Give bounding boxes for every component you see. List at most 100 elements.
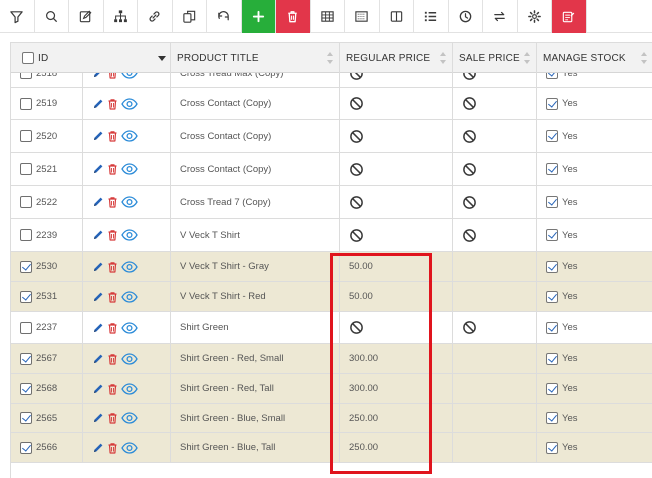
manage-stock-cell[interactable]: Yes xyxy=(537,88,652,119)
eye-icon[interactable] xyxy=(121,352,138,365)
eye-icon[interactable] xyxy=(121,290,138,303)
pencil-icon[interactable] xyxy=(92,353,104,365)
manage-stock-cell[interactable]: Yes xyxy=(537,404,652,432)
sale-price-cell[interactable] xyxy=(453,282,537,311)
product-title-cell[interactable]: Shirt Green - Blue, Small xyxy=(171,404,340,432)
header-manage-stock[interactable]: MANAGE STOCK xyxy=(537,43,652,73)
row-checkbox[interactable] xyxy=(20,382,32,395)
sort-icon[interactable] xyxy=(524,52,530,64)
settings-button[interactable] xyxy=(518,0,552,33)
row-checkbox[interactable] xyxy=(20,321,32,334)
pencil-icon[interactable] xyxy=(92,261,104,273)
product-title-cell[interactable]: Cross Contact (Copy) xyxy=(171,88,340,119)
trash-icon[interactable] xyxy=(107,442,118,454)
manage-stock-cell[interactable]: Yes xyxy=(537,433,652,462)
eye-icon[interactable] xyxy=(121,321,138,334)
manage-stock-checkbox[interactable] xyxy=(546,321,558,334)
trash-icon[interactable] xyxy=(107,163,118,175)
manage-stock-cell[interactable]: Yes xyxy=(537,344,652,373)
regular-price-cell[interactable]: 300.00 xyxy=(340,374,453,403)
sort-icon[interactable] xyxy=(440,52,446,64)
product-title-cell[interactable]: Cross Contact (Copy) xyxy=(171,153,340,185)
manage-stock-checkbox[interactable] xyxy=(546,412,558,424)
manage-stock-checkbox[interactable] xyxy=(546,130,558,142)
eye-icon[interactable] xyxy=(121,441,138,454)
manage-stock-cell[interactable]: Yes xyxy=(537,120,652,152)
regular-price-cell[interactable]: 300.00 xyxy=(340,344,453,373)
manage-stock-cell[interactable]: Yes xyxy=(537,153,652,185)
chevron-down-icon[interactable] xyxy=(158,56,166,61)
pencil-icon[interactable] xyxy=(92,383,104,395)
pencil-icon[interactable] xyxy=(92,196,104,208)
regular-price-cell[interactable]: 250.00 xyxy=(340,404,453,432)
sale-price-cell[interactable] xyxy=(453,374,537,403)
trash-icon[interactable] xyxy=(107,130,118,142)
manage-stock-checkbox[interactable] xyxy=(546,260,558,273)
eye-icon[interactable] xyxy=(121,97,138,110)
row-checkbox[interactable] xyxy=(20,163,32,175)
eye-icon[interactable] xyxy=(121,382,138,395)
sale-price-cell[interactable] xyxy=(453,433,537,462)
swap-button[interactable] xyxy=(483,0,518,33)
trash-icon[interactable] xyxy=(107,261,118,273)
edit-button[interactable] xyxy=(69,0,104,33)
sale-price-cell[interactable] xyxy=(453,120,537,152)
table-row[interactable]: 2530 V Veck T Shirt - Gray 50.00 Yes xyxy=(11,252,652,282)
product-title-cell[interactable]: Cross Contact (Copy) xyxy=(171,120,340,152)
manage-stock-checkbox[interactable] xyxy=(546,290,558,303)
sale-price-cell[interactable] xyxy=(453,219,537,251)
manage-stock-cell[interactable]: Yes xyxy=(537,219,652,251)
pencil-icon[interactable] xyxy=(92,412,104,424)
delete-button[interactable] xyxy=(276,0,311,33)
spreadsheet-button[interactable] xyxy=(345,0,380,33)
manage-stock-checkbox[interactable] xyxy=(546,382,558,395)
regular-price-cell[interactable] xyxy=(340,219,453,251)
header-id[interactable]: ID xyxy=(11,43,171,73)
eye-icon[interactable] xyxy=(121,229,138,241)
table-row[interactable]: 2531 V Veck T Shirt - Red 50.00 Yes xyxy=(11,282,652,312)
eye-icon[interactable] xyxy=(121,260,138,273)
pencil-icon[interactable] xyxy=(92,291,104,303)
pencil-icon[interactable] xyxy=(92,229,104,241)
trash-icon[interactable] xyxy=(107,291,118,303)
regular-price-cell[interactable]: 250.00 xyxy=(340,433,453,462)
product-title-cell[interactable]: Shirt Green xyxy=(171,312,340,343)
header-sale-price[interactable]: SALE PRICE xyxy=(453,43,537,73)
manage-stock-checkbox[interactable] xyxy=(546,196,558,208)
regular-price-value[interactable]: 50.00 xyxy=(349,291,373,302)
refresh-button[interactable] xyxy=(207,0,242,33)
row-checkbox[interactable] xyxy=(20,412,32,424)
row-checkbox[interactable] xyxy=(20,352,32,365)
product-title-cell[interactable]: Cross Tread 7 (Copy) xyxy=(171,186,340,218)
manage-stock-checkbox[interactable] xyxy=(546,97,558,110)
manage-stock-cell[interactable]: Yes xyxy=(537,252,652,281)
trash-icon[interactable] xyxy=(107,98,118,110)
manage-stock-cell[interactable]: Yes xyxy=(537,312,652,343)
trash-icon[interactable] xyxy=(107,412,118,424)
row-checkbox[interactable] xyxy=(20,130,32,142)
trash-icon[interactable] xyxy=(107,353,118,365)
row-checkbox[interactable] xyxy=(20,97,32,110)
regular-price-cell[interactable] xyxy=(340,153,453,185)
manage-stock-cell[interactable]: Yes xyxy=(537,374,652,403)
regular-price-value[interactable]: 50.00 xyxy=(349,261,373,272)
table-row[interactable]: 2519 Cross Contact (Copy) Yes xyxy=(11,88,652,120)
sale-price-cell[interactable] xyxy=(453,252,537,281)
eye-icon[interactable] xyxy=(121,412,138,424)
pencil-icon[interactable] xyxy=(92,322,104,334)
row-checkbox[interactable] xyxy=(20,441,32,454)
columns-button[interactable] xyxy=(380,0,414,33)
regular-price-value[interactable]: 250.00 xyxy=(349,442,378,453)
row-checkbox[interactable] xyxy=(20,196,32,208)
hierarchy-button[interactable] xyxy=(104,0,138,33)
manage-stock-checkbox[interactable] xyxy=(546,229,558,241)
link-button[interactable] xyxy=(138,0,173,33)
header-product-title[interactable]: PRODUCT TITLE xyxy=(171,43,340,73)
product-title-cell[interactable]: V Veck T Shirt - Gray xyxy=(171,252,340,281)
eye-icon[interactable] xyxy=(121,163,138,175)
manage-stock-cell[interactable]: Yes xyxy=(537,282,652,311)
table-row[interactable]: 2522 Cross Tread 7 (Copy) Yes xyxy=(11,186,652,219)
sort-icon[interactable] xyxy=(327,52,333,64)
product-title-cell[interactable]: Shirt Green - Red, Small xyxy=(171,344,340,373)
table-row[interactable]: 2567 Shirt Green - Red, Small 300.00 Yes xyxy=(11,344,652,374)
